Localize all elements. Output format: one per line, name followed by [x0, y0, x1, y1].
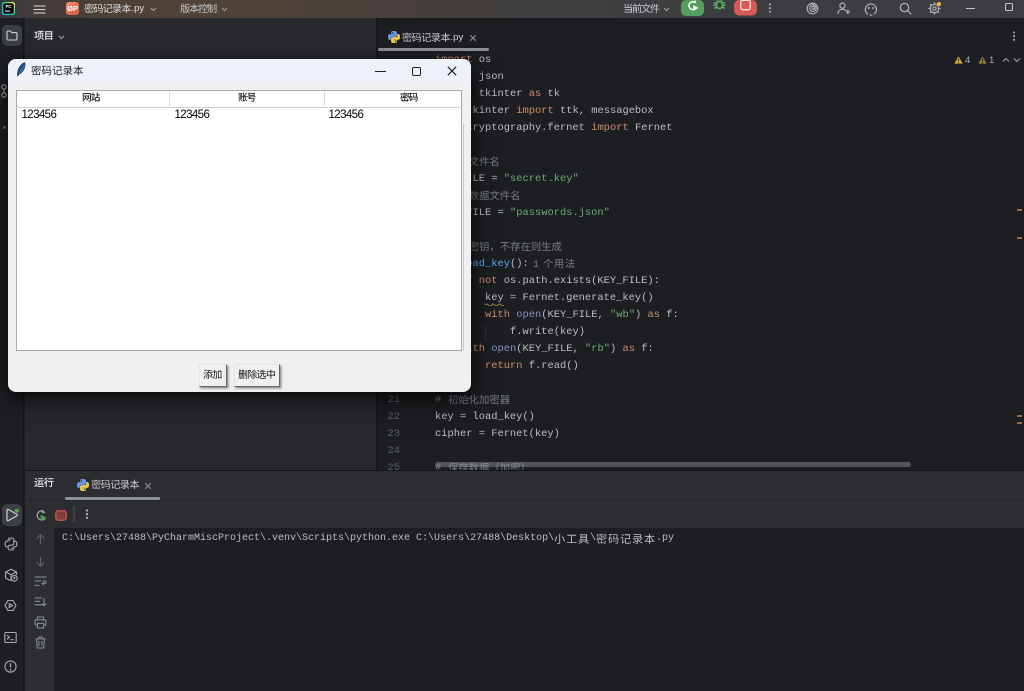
svg-text:PC: PC	[6, 4, 12, 9]
